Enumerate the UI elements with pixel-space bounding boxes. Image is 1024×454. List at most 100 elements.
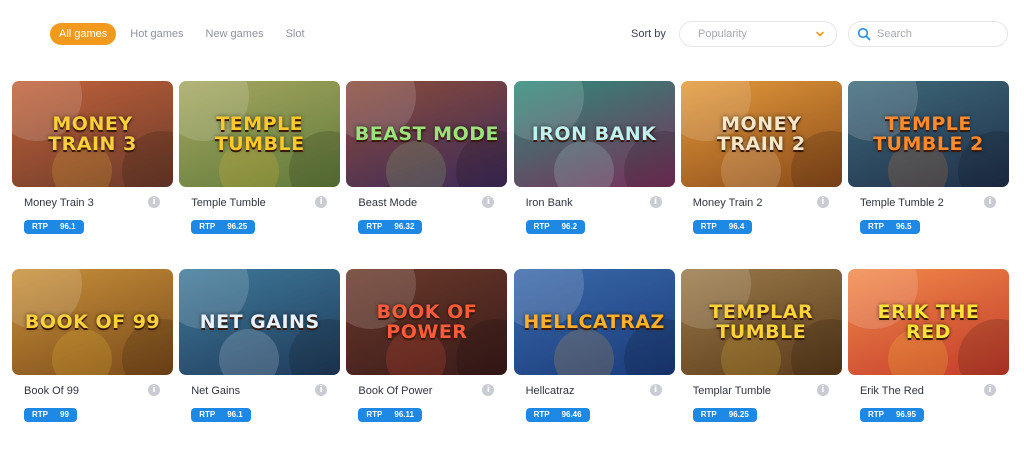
game-logo-text: ERIK THE RED xyxy=(877,301,980,343)
rtp-badge: RTP 96.46 xyxy=(525,408,590,422)
game-thumbnail[interactable]: MONEY TRAIN 3 xyxy=(12,81,173,187)
rtp-badge: RTP 96.1 xyxy=(24,220,84,234)
game-name[interactable]: Money Train 2 xyxy=(693,197,763,209)
info-icon[interactable]: i xyxy=(315,384,328,396)
rtp-label: RTP xyxy=(533,410,550,419)
game-card[interactable]: IRON BANK Iron Bank i RTP 96.2 xyxy=(513,81,675,255)
game-logo-text: BOOK OF POWER xyxy=(376,301,478,343)
game-card[interactable]: HELLCATRAZ Hellcatraz i RTP 96.46 xyxy=(513,269,675,443)
rtp-label: RTP xyxy=(867,410,884,419)
game-name[interactable]: Temple Tumble xyxy=(191,197,266,209)
rtp-label: RTP xyxy=(32,222,48,231)
game-name[interactable]: Hellcatraz xyxy=(526,385,575,397)
info-icon[interactable]: i xyxy=(148,384,160,396)
game-logo-text: IRON BANK xyxy=(531,123,657,145)
game-name[interactable]: Money Train 3 xyxy=(24,197,94,209)
game-logo-text: NET GAINS xyxy=(199,311,320,333)
sort-selected-value: Popularity xyxy=(698,28,747,40)
rtp-badge: RTP 99 xyxy=(24,408,77,422)
rtp-badge: RTP 96.5 xyxy=(859,220,920,234)
game-thumbnail[interactable]: MONEY TRAIN 2 xyxy=(680,81,842,187)
info-icon[interactable]: i xyxy=(649,384,662,396)
game-thumbnail[interactable]: TEMPLE TUMBLE 2 xyxy=(847,81,1009,187)
search-icon xyxy=(857,27,871,41)
game-thumbnail[interactable]: TEMPLAR TUMBLE xyxy=(680,269,842,375)
thumbnail-decoration xyxy=(553,329,614,375)
game-name[interactable]: Book Of 99 xyxy=(24,385,79,397)
rtp-value: 96.46 xyxy=(561,410,582,419)
game-logo-text: TEMPLE TUMBLE xyxy=(214,113,305,155)
top-bar: All games Hot games New games Slot Sort by … xyxy=(0,0,1024,68)
rtp-label: RTP xyxy=(533,222,550,231)
rtp-badge: RTP 96.95 xyxy=(859,408,924,422)
info-icon[interactable]: i xyxy=(148,196,160,208)
search-box[interactable] xyxy=(848,21,1008,47)
search-input[interactable] xyxy=(877,28,997,40)
game-name[interactable]: Beast Mode xyxy=(358,197,417,209)
rtp-value: 96.25 xyxy=(728,410,749,419)
game-thumbnail[interactable]: IRON BANK xyxy=(513,81,675,187)
tab-all-games[interactable]: All games xyxy=(50,23,117,45)
game-card[interactable]: ERIK THE RED Erik The Red i RTP 96.95 xyxy=(847,269,1009,443)
game-name[interactable]: Erik The Red xyxy=(860,385,924,397)
game-thumbnail[interactable]: BOOK OF 99 xyxy=(12,269,173,375)
tab-new-games[interactable]: New games xyxy=(198,23,272,45)
info-icon[interactable]: i xyxy=(649,196,662,208)
rtp-value: 96.1 xyxy=(227,410,243,419)
game-name[interactable]: Temple Tumble 2 xyxy=(860,197,944,209)
game-thumbnail[interactable]: NET GAINS xyxy=(179,269,341,375)
game-card[interactable]: TEMPLAR TUMBLE Templar Tumble i RTP 96.25 xyxy=(680,269,842,443)
game-card[interactable]: BEAST MODE Beast Mode i RTP 96.32 xyxy=(346,81,508,255)
game-logo-text: TEMPLE TUMBLE 2 xyxy=(873,113,984,155)
info-icon[interactable]: i xyxy=(983,196,996,208)
rtp-value: 96.25 xyxy=(227,222,248,231)
game-card[interactable]: NET GAINS Net Gains i RTP 96.1 xyxy=(179,269,341,443)
game-card[interactable]: TEMPLE TUMBLE Temple Tumble i RTP 96.25 xyxy=(179,81,341,255)
game-thumbnail[interactable]: BEAST MODE xyxy=(346,81,508,187)
info-icon[interactable]: i xyxy=(315,196,328,208)
game-name[interactable]: Iron Bank xyxy=(526,197,573,209)
rtp-label: RTP xyxy=(700,410,717,419)
info-icon[interactable]: i xyxy=(983,384,996,396)
sort-by-label: Sort by xyxy=(631,28,666,40)
game-card[interactable]: MONEY TRAIN 3 Money Train 3 i RTP 96.1 xyxy=(12,81,173,255)
game-name[interactable]: Net Gains xyxy=(191,385,240,397)
game-thumbnail[interactable]: ERIK THE RED xyxy=(847,269,1009,375)
rtp-badge: RTP 96.25 xyxy=(692,408,757,422)
sort-select[interactable]: Popularity xyxy=(679,21,837,47)
game-logo-text: BEAST MODE xyxy=(354,123,499,145)
thumbnail-decoration xyxy=(52,329,112,375)
info-icon[interactable]: i xyxy=(482,384,495,396)
game-thumbnail[interactable]: BOOK OF POWER xyxy=(346,269,508,375)
info-icon[interactable]: i xyxy=(816,384,829,396)
chevron-down-icon xyxy=(816,31,824,37)
game-logo-text: TEMPLAR TUMBLE xyxy=(709,301,814,343)
tab-slot[interactable]: Slot xyxy=(278,23,313,45)
rtp-badge: RTP 96.25 xyxy=(191,220,256,234)
info-icon[interactable]: i xyxy=(816,196,829,208)
game-thumbnail[interactable]: TEMPLE TUMBLE xyxy=(179,81,341,187)
rtp-value: 96.1 xyxy=(60,222,76,231)
game-card[interactable]: BOOK OF 99 Book Of 99 i RTP 99 xyxy=(12,269,173,443)
tab-hot-games[interactable]: Hot games xyxy=(122,23,191,45)
rtp-label: RTP xyxy=(32,410,48,419)
rtp-value: 96.32 xyxy=(394,222,415,231)
game-name[interactable]: Book Of Power xyxy=(358,385,432,397)
rtp-label: RTP xyxy=(700,222,717,231)
rtp-label: RTP xyxy=(867,222,884,231)
game-card[interactable]: TEMPLE TUMBLE 2 Temple Tumble 2 i RTP 96.5 xyxy=(847,81,1009,255)
game-logo-text: MONEY TRAIN 3 xyxy=(48,113,137,155)
game-thumbnail[interactable]: HELLCATRAZ xyxy=(513,269,675,375)
rtp-label: RTP xyxy=(366,410,383,419)
thumbnail-decoration xyxy=(219,329,280,375)
game-card[interactable]: BOOK OF POWER Book Of Power i RTP 96.11 xyxy=(346,269,508,443)
rtp-label: RTP xyxy=(199,222,216,231)
rtp-badge: RTP 96.4 xyxy=(692,220,753,234)
rtp-value: 96.4 xyxy=(728,222,745,231)
info-icon[interactable]: i xyxy=(482,196,495,208)
game-card[interactable]: MONEY TRAIN 2 Money Train 2 i RTP 96.4 xyxy=(680,81,842,255)
game-name[interactable]: Templar Tumble xyxy=(693,385,771,397)
rtp-value: 96.5 xyxy=(895,222,912,231)
thumbnail-decoration xyxy=(386,141,447,187)
rtp-label: RTP xyxy=(366,222,383,231)
